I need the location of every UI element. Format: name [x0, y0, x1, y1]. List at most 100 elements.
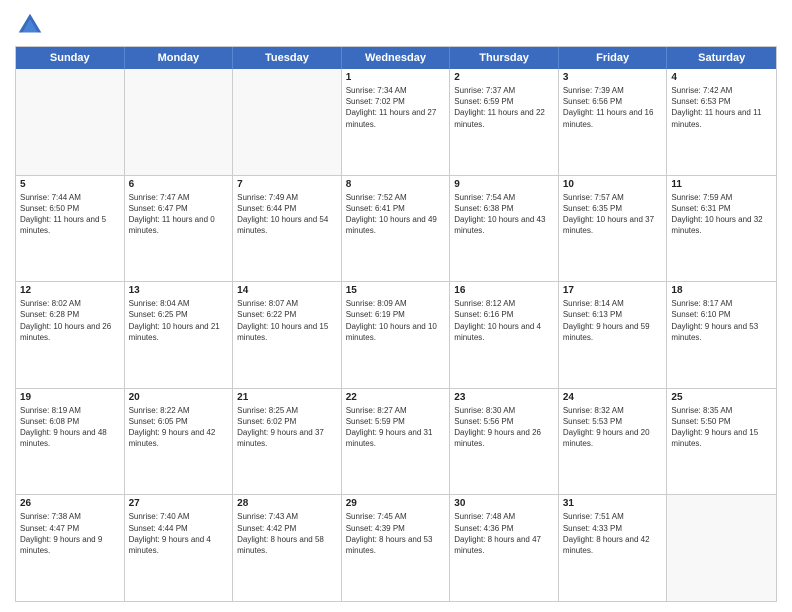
day-info: Sunrise: 7:47 AM Sunset: 6:47 PM Dayligh…: [129, 192, 229, 237]
day-cell-13: 13 Sunrise: 8:04 AM Sunset: 6:25 PM Dayli…: [125, 282, 234, 388]
page: SundayMondayTuesdayWednesdayThursdayFrid…: [0, 0, 792, 612]
day-cell-17: 17Sunrise: 8:14 AM Sunset: 6:13 PM Dayli…: [559, 282, 668, 388]
day-number: 3: [563, 72, 663, 83]
day-info: Sunrise: 7:42 AM Sunset: 6:53 PM Dayligh…: [671, 85, 772, 130]
day-number: 2: [454, 72, 554, 83]
empty-cell: [233, 69, 342, 175]
day-info: Sunrise: 8:30 AM Sunset: 5:56 PM Dayligh…: [454, 405, 554, 450]
day-number: 4: [671, 72, 772, 83]
day-info: Sunrise: 7:52 AM Sunset: 6:41 PM Dayligh…: [346, 192, 446, 237]
day-info: Sunrise: 8:07 AM Sunset: 6:22 PM Dayligh…: [237, 298, 337, 343]
day-cell-11: 11Sunrise: 7:59 AM Sunset: 6:31 PM Dayli…: [667, 176, 776, 282]
day-cell-29: 29 Sunrise: 7:45 AM Sunset: 4:39 PM Dayli…: [342, 495, 451, 601]
day-info: Sunrise: 7:51 AM Sunset: 4:33 PM Dayligh…: [563, 511, 663, 556]
day-info: Sunrise: 8:04 AM Sunset: 6:25 PM Dayligh…: [129, 298, 229, 343]
day-cell-8: 8 Sunrise: 7:52 AM Sunset: 6:41 PM Daylig…: [342, 176, 451, 282]
day-info: Sunrise: 8:09 AM Sunset: 6:19 PM Dayligh…: [346, 298, 446, 343]
week-row-1: 5Sunrise: 7:44 AM Sunset: 6:50 PM Daylig…: [16, 175, 776, 282]
day-info: Sunrise: 8:22 AM Sunset: 6:05 PM Dayligh…: [129, 405, 229, 450]
day-number: 29: [346, 498, 446, 509]
day-info: Sunrise: 7:43 AM Sunset: 4:42 PM Dayligh…: [237, 511, 337, 556]
day-info: Sunrise: 8:17 AM Sunset: 6:10 PM Dayligh…: [671, 298, 772, 343]
header-day-thursday: Thursday: [450, 47, 559, 69]
day-cell-26: 26 Sunrise: 7:38 AM Sunset: 4:47 PM Dayli…: [16, 495, 125, 601]
day-cell-19: 19 Sunrise: 8:19 AM Sunset: 6:08 PM Dayli…: [16, 389, 125, 495]
day-info: Sunrise: 8:02 AM Sunset: 6:28 PM Dayligh…: [20, 298, 120, 343]
day-info: Sunrise: 7:38 AM Sunset: 4:47 PM Dayligh…: [20, 511, 120, 556]
day-cell-25: 25 Sunrise: 8:35 AM Sunset: 5:50 PM Dayli…: [667, 389, 776, 495]
day-cell-5: 5Sunrise: 7:44 AM Sunset: 6:50 PM Daylig…: [16, 176, 125, 282]
day-number: 13: [129, 285, 229, 296]
day-cell-28: 28 Sunrise: 7:43 AM Sunset: 4:42 PM Dayli…: [233, 495, 342, 601]
header: [15, 10, 777, 40]
day-cell-15: 15Sunrise: 8:09 AM Sunset: 6:19 PM Dayli…: [342, 282, 451, 388]
day-info: Sunrise: 8:14 AM Sunset: 6:13 PM Dayligh…: [563, 298, 663, 343]
day-cell-6: 6 Sunrise: 7:47 AM Sunset: 6:47 PM Daylig…: [125, 176, 234, 282]
day-number: 12: [20, 285, 120, 296]
day-number: 11: [671, 179, 772, 190]
day-info: Sunrise: 7:45 AM Sunset: 4:39 PM Dayligh…: [346, 511, 446, 556]
day-number: 10: [563, 179, 663, 190]
day-cell-4: 4 Sunrise: 7:42 AM Sunset: 6:53 PM Daylig…: [667, 69, 776, 175]
header-day-sunday: Sunday: [16, 47, 125, 69]
day-number: 19: [20, 392, 120, 403]
week-row-3: 19 Sunrise: 8:19 AM Sunset: 6:08 PM Dayli…: [16, 388, 776, 495]
header-day-wednesday: Wednesday: [342, 47, 451, 69]
day-number: 26: [20, 498, 120, 509]
day-cell-10: 10 Sunrise: 7:57 AM Sunset: 6:35 PM Dayli…: [559, 176, 668, 282]
week-row-2: 12 Sunrise: 8:02 AM Sunset: 6:28 PM Dayli…: [16, 281, 776, 388]
day-info: Sunrise: 8:12 AM Sunset: 6:16 PM Dayligh…: [454, 298, 554, 343]
day-cell-9: 9 Sunrise: 7:54 AM Sunset: 6:38 PM Daylig…: [450, 176, 559, 282]
day-number: 22: [346, 392, 446, 403]
day-cell-24: 24Sunrise: 8:32 AM Sunset: 5:53 PM Dayli…: [559, 389, 668, 495]
day-cell-1: 1Sunrise: 7:34 AM Sunset: 7:02 PM Daylig…: [342, 69, 451, 175]
header-day-friday: Friday: [559, 47, 668, 69]
day-number: 7: [237, 179, 337, 190]
day-cell-3: 3 Sunrise: 7:39 AM Sunset: 6:56 PM Daylig…: [559, 69, 668, 175]
day-cell-27: 27Sunrise: 7:40 AM Sunset: 4:44 PM Dayli…: [125, 495, 234, 601]
week-row-0: 1Sunrise: 7:34 AM Sunset: 7:02 PM Daylig…: [16, 69, 776, 175]
day-info: Sunrise: 7:54 AM Sunset: 6:38 PM Dayligh…: [454, 192, 554, 237]
day-number: 18: [671, 285, 772, 296]
day-cell-23: 23 Sunrise: 8:30 AM Sunset: 5:56 PM Dayli…: [450, 389, 559, 495]
day-cell-20: 20Sunrise: 8:22 AM Sunset: 6:05 PM Dayli…: [125, 389, 234, 495]
logo-icon: [15, 10, 45, 40]
day-number: 31: [563, 498, 663, 509]
day-number: 30: [454, 498, 554, 509]
day-number: 28: [237, 498, 337, 509]
day-info: Sunrise: 8:32 AM Sunset: 5:53 PM Dayligh…: [563, 405, 663, 450]
day-cell-30: 30 Sunrise: 7:48 AM Sunset: 4:36 PM Dayli…: [450, 495, 559, 601]
day-number: 23: [454, 392, 554, 403]
day-cell-21: 21 Sunrise: 8:25 AM Sunset: 6:02 PM Dayli…: [233, 389, 342, 495]
day-cell-7: 7 Sunrise: 7:49 AM Sunset: 6:44 PM Daylig…: [233, 176, 342, 282]
day-info: Sunrise: 8:35 AM Sunset: 5:50 PM Dayligh…: [671, 405, 772, 450]
day-info: Sunrise: 8:19 AM Sunset: 6:08 PM Dayligh…: [20, 405, 120, 450]
day-cell-12: 12 Sunrise: 8:02 AM Sunset: 6:28 PM Dayli…: [16, 282, 125, 388]
week-row-4: 26 Sunrise: 7:38 AM Sunset: 4:47 PM Dayli…: [16, 494, 776, 601]
day-number: 27: [129, 498, 229, 509]
empty-cell: [125, 69, 234, 175]
day-info: Sunrise: 7:39 AM Sunset: 6:56 PM Dayligh…: [563, 85, 663, 130]
logo: [15, 10, 49, 40]
day-cell-16: 16 Sunrise: 8:12 AM Sunset: 6:16 PM Dayli…: [450, 282, 559, 388]
day-number: 25: [671, 392, 772, 403]
calendar-body: 1Sunrise: 7:34 AM Sunset: 7:02 PM Daylig…: [16, 69, 776, 601]
header-day-tuesday: Tuesday: [233, 47, 342, 69]
day-info: Sunrise: 7:49 AM Sunset: 6:44 PM Dayligh…: [237, 192, 337, 237]
day-info: Sunrise: 7:57 AM Sunset: 6:35 PM Dayligh…: [563, 192, 663, 237]
empty-cell: [16, 69, 125, 175]
header-day-saturday: Saturday: [667, 47, 776, 69]
day-cell-2: 2Sunrise: 7:37 AM Sunset: 6:59 PM Daylig…: [450, 69, 559, 175]
header-day-monday: Monday: [125, 47, 234, 69]
day-cell-14: 14Sunrise: 8:07 AM Sunset: 6:22 PM Dayli…: [233, 282, 342, 388]
day-info: Sunrise: 8:25 AM Sunset: 6:02 PM Dayligh…: [237, 405, 337, 450]
day-number: 1: [346, 72, 446, 83]
day-number: 21: [237, 392, 337, 403]
day-number: 9: [454, 179, 554, 190]
day-number: 6: [129, 179, 229, 190]
empty-cell: [667, 495, 776, 601]
day-number: 5: [20, 179, 120, 190]
day-number: 16: [454, 285, 554, 296]
day-info: Sunrise: 7:48 AM Sunset: 4:36 PM Dayligh…: [454, 511, 554, 556]
day-number: 8: [346, 179, 446, 190]
